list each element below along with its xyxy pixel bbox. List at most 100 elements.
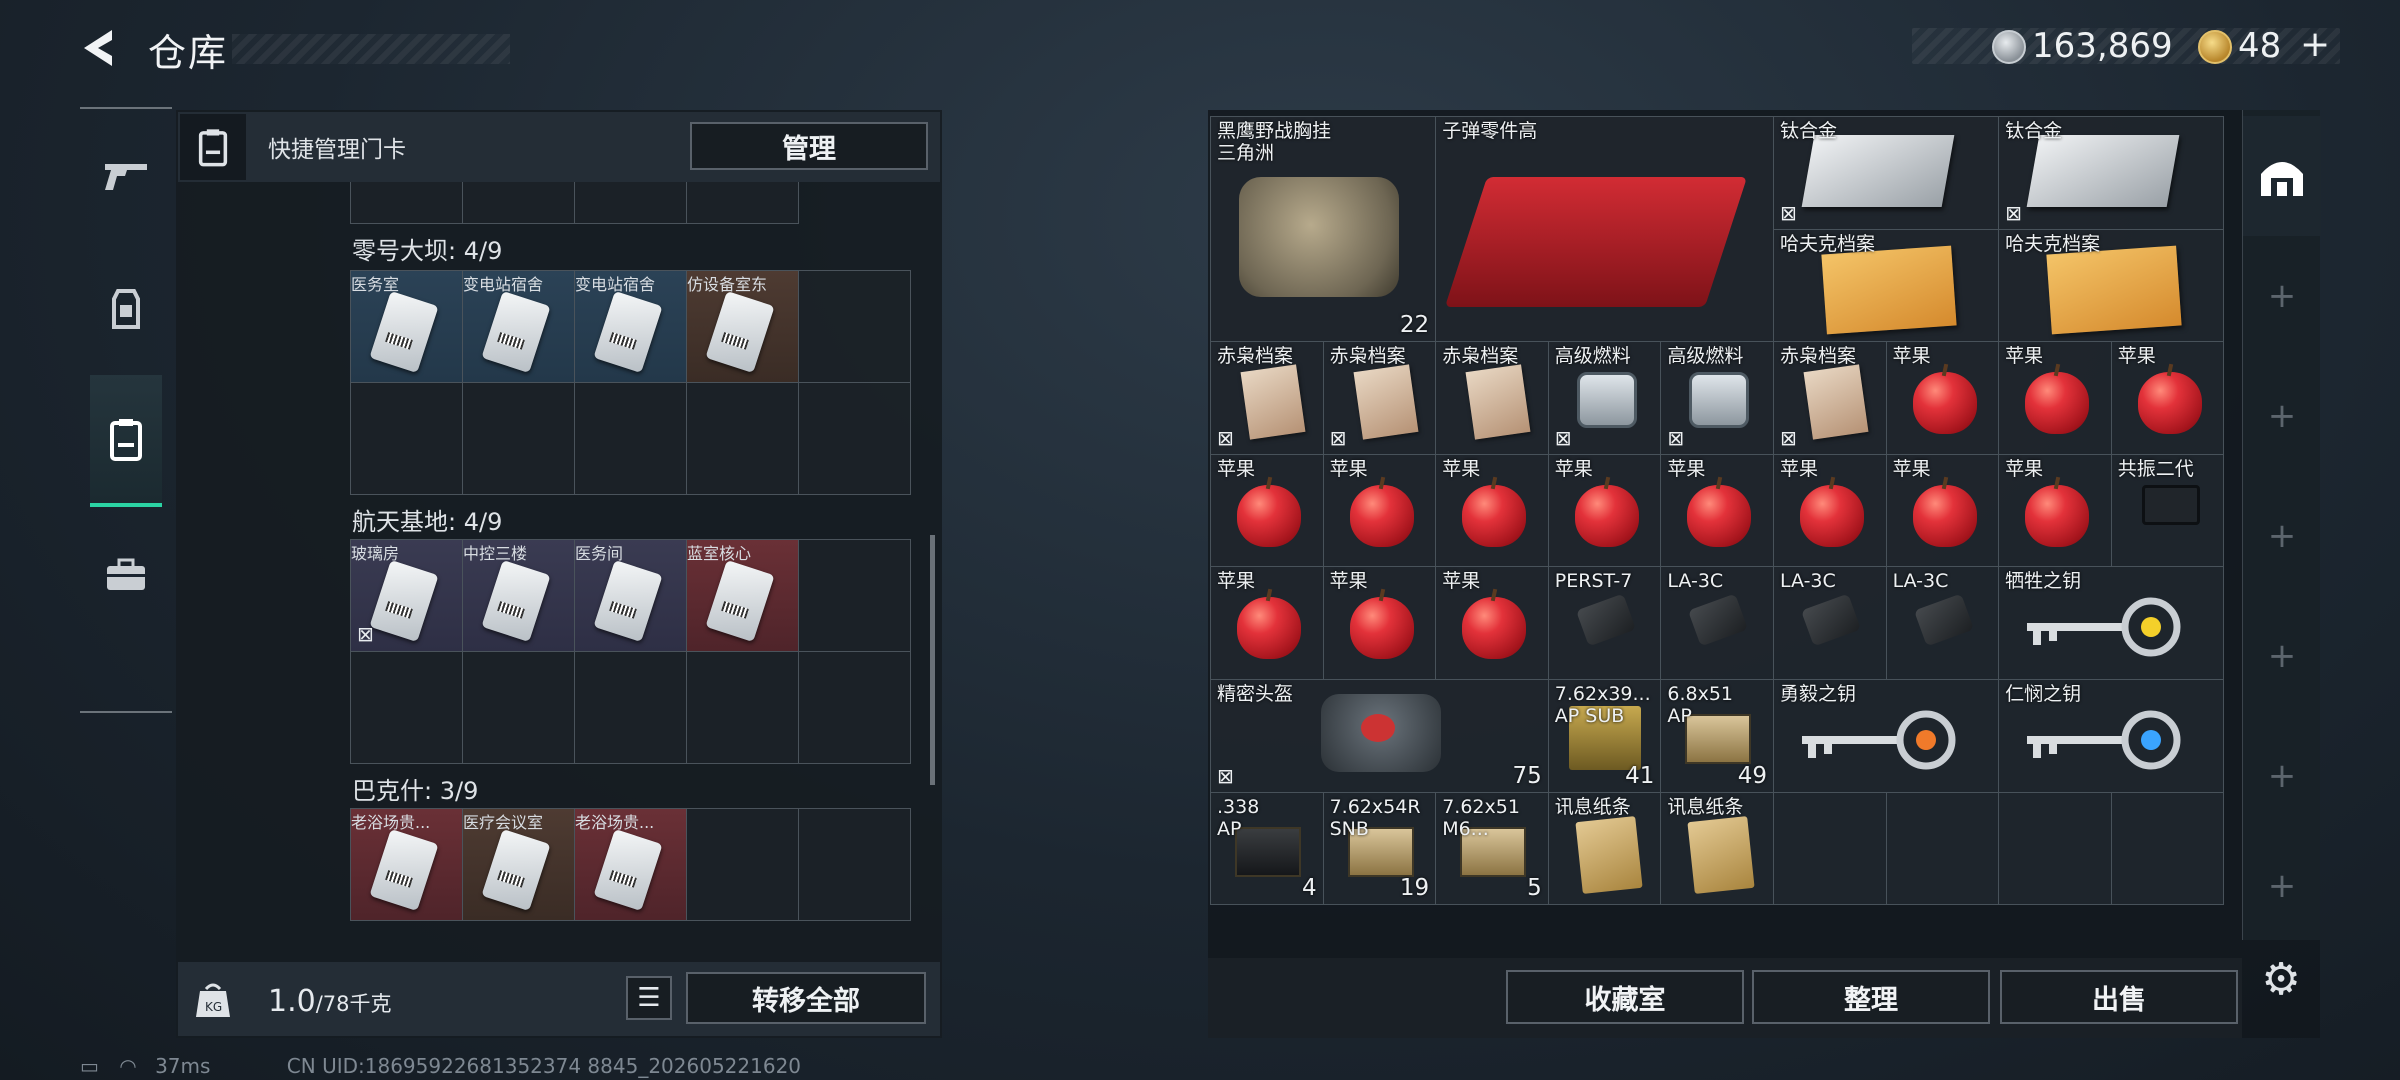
item-name: 苹果 xyxy=(1217,570,1256,593)
scope-image xyxy=(1575,593,1636,647)
stash-item[interactable]: 苹果 xyxy=(1211,454,1324,568)
stash-item[interactable]: 高级燃料 ⊠ xyxy=(1661,342,1774,455)
page-title: 仓库 xyxy=(148,31,229,75)
sort-button[interactable]: 整理 xyxy=(1752,970,1990,1024)
stash-item[interactable]: 仁悯之钥 xyxy=(1999,679,2225,793)
stash-item[interactable]: 牺牲之钥 xyxy=(1999,567,2225,680)
stash-item[interactable]: 苹果 xyxy=(1661,454,1774,568)
empty-slot[interactable] xyxy=(1886,792,2000,906)
transfer-all-button[interactable]: 转移全部 xyxy=(686,972,926,1024)
stash-item[interactable]: 精密头盔 75 ⊠ xyxy=(1211,679,1549,793)
keycard-item[interactable]: 变电站宿舍 xyxy=(575,271,687,383)
keycard-image xyxy=(369,559,439,643)
stash-item[interactable]: 7.62x51 M6... 5 xyxy=(1436,792,1549,906)
stash-item[interactable]: 6.8x51 AP 49 xyxy=(1661,679,1774,793)
silver-coin-icon xyxy=(1992,30,2026,64)
stash-item[interactable]: 苹果 xyxy=(1548,454,1662,568)
stash-item[interactable]: 黑鹰野战胸挂 三角洲 22 xyxy=(1211,117,1437,343)
stash-item[interactable]: 高级燃料 ⊠ xyxy=(1548,342,1662,455)
keycard-item[interactable]: 中控三楼 xyxy=(463,540,575,652)
keycard-item[interactable]: 变电站宿舍 xyxy=(463,271,575,383)
keycard-item[interactable]: 老浴场贵... xyxy=(351,809,463,921)
add-stash-tab-icon[interactable]: + xyxy=(2243,596,2321,716)
item-name: 苹果 xyxy=(2005,345,2044,368)
stash-item[interactable]: 苹果 xyxy=(1999,454,2112,568)
empty-slot[interactable] xyxy=(2111,792,2225,906)
stash-item[interactable]: 苹果 xyxy=(1436,454,1549,568)
add-stash-tab-icon[interactable]: + xyxy=(2243,356,2321,476)
keycard-item[interactable]: 老浴场贵... xyxy=(575,809,687,921)
stash-item[interactable]: 子弹零件高 xyxy=(1436,117,1774,343)
stash-item[interactable]: 讯息纸条 xyxy=(1548,792,1662,906)
stash-item[interactable]: LA-3C xyxy=(1886,567,2000,680)
stash-item[interactable]: 哈夫克档案 xyxy=(1999,229,2225,343)
stash-item[interactable]: 赤枭档案 ⊠ xyxy=(1323,342,1437,455)
keycard-item[interactable]: 医务室 xyxy=(351,271,463,383)
stash-item[interactable]: 钛合金 ⊠ xyxy=(1999,117,2225,230)
gear-icon[interactable]: ⚙ xyxy=(2254,952,2308,1006)
add-currency-icon[interactable]: + xyxy=(2300,24,2330,65)
stash-item[interactable]: 苹果 xyxy=(1886,342,2000,455)
keycard-item[interactable]: 蓝室核心 xyxy=(687,540,799,652)
item-name: 苹果 xyxy=(1442,457,1481,480)
stash-item[interactable]: 讯息纸条 xyxy=(1661,792,1774,906)
stash-item[interactable]: 哈夫克档案 xyxy=(1773,229,2000,343)
add-stash-tab-icon[interactable]: + xyxy=(2243,476,2321,596)
keycard-item[interactable]: 仿设备室东 xyxy=(687,271,799,383)
keycard-item[interactable]: 医务间 xyxy=(575,540,687,652)
money-amount[interactable]: 163,869 xyxy=(2032,26,2173,66)
sell-button[interactable]: 出售 xyxy=(2000,970,2238,1024)
gun-nav-icon[interactable] xyxy=(90,109,162,241)
item-name: .338 AP xyxy=(1217,795,1260,840)
collection-room-button[interactable]: 收藏室 xyxy=(1506,970,1744,1024)
apple-image xyxy=(1799,484,1864,547)
stash-item[interactable]: 赤枭档案 ⊠ xyxy=(1211,342,1324,455)
stash-item[interactable]: 赤枭档案 ⊠ xyxy=(1773,342,1887,455)
stash-item[interactable]: LA-3C xyxy=(1661,567,1774,680)
stash-item[interactable]: 钛合金 ⊠ xyxy=(1773,117,2000,230)
apple-image xyxy=(2025,372,2090,435)
keycard-nav-icon[interactable] xyxy=(90,375,162,507)
stash-item[interactable]: 赤枭档案 xyxy=(1436,342,1549,455)
stash-item[interactable]: 苹果 xyxy=(1323,454,1437,568)
scrollbar[interactable] xyxy=(930,535,935,785)
stash-item[interactable]: .338 AP 4 xyxy=(1211,792,1324,906)
manage-button[interactable]: 管理 xyxy=(690,122,928,170)
keycard-item[interactable]: 医疗会议室 xyxy=(463,809,575,921)
toolbox-nav-icon[interactable] xyxy=(90,509,162,641)
bag-image xyxy=(1239,177,1399,297)
armor-nav-icon[interactable] xyxy=(90,243,162,375)
stash-item[interactable]: LA-3C xyxy=(1773,567,1887,680)
stash-item[interactable]: 苹果 xyxy=(1211,567,1324,680)
stash-item[interactable]: 7.62x54R SNB 19 xyxy=(1323,792,1437,906)
item-name: 高级燃料 xyxy=(1667,345,1744,368)
empty-slot[interactable] xyxy=(1999,792,2112,906)
add-stash-tab-icon[interactable]: + xyxy=(2243,836,2321,936)
list-icon[interactable]: ☰ xyxy=(626,976,672,1020)
stash-main-tab-icon[interactable] xyxy=(2243,116,2321,236)
ticket-amount[interactable]: 48 xyxy=(2238,26,2281,66)
item-name: 苹果 xyxy=(1329,457,1368,480)
stash-item[interactable]: 勇毅之钥 xyxy=(1773,679,2000,793)
keycard-item[interactable]: 玻璃房 ⊠ xyxy=(351,540,463,652)
weight-current: 1.0 xyxy=(268,984,316,1019)
item-name: 精密头盔 xyxy=(1217,682,1294,705)
stash-item[interactable]: PERST-7 xyxy=(1548,567,1662,680)
unsecured-icon: ⊠ xyxy=(1779,425,1797,450)
stash-item[interactable]: 苹果 xyxy=(2111,342,2225,455)
stash-item[interactable]: 苹果 xyxy=(1773,454,1887,568)
unsecured-icon: ⊠ xyxy=(1329,425,1347,450)
stash-item[interactable]: 苹果 xyxy=(1886,454,2000,568)
stash-item[interactable]: 苹果 xyxy=(1999,342,2112,455)
add-stash-tab-icon[interactable]: + xyxy=(2243,716,2321,836)
stash-item[interactable]: 苹果 xyxy=(1436,567,1549,680)
item-name: 苹果 xyxy=(1779,457,1818,480)
stash-item[interactable]: 共振二代 xyxy=(2111,454,2225,568)
add-stash-tab-icon[interactable]: + xyxy=(2243,236,2321,356)
stash-tabs: + + + + + + xyxy=(2242,110,2321,940)
empty-slot[interactable] xyxy=(1773,792,1887,906)
note-image xyxy=(1687,815,1755,894)
back-arrow-icon[interactable] xyxy=(78,26,122,70)
stash-item[interactable]: 苹果 xyxy=(1323,567,1437,680)
stash-item[interactable]: 7.62x39... AP SUB 41 xyxy=(1548,679,1662,793)
